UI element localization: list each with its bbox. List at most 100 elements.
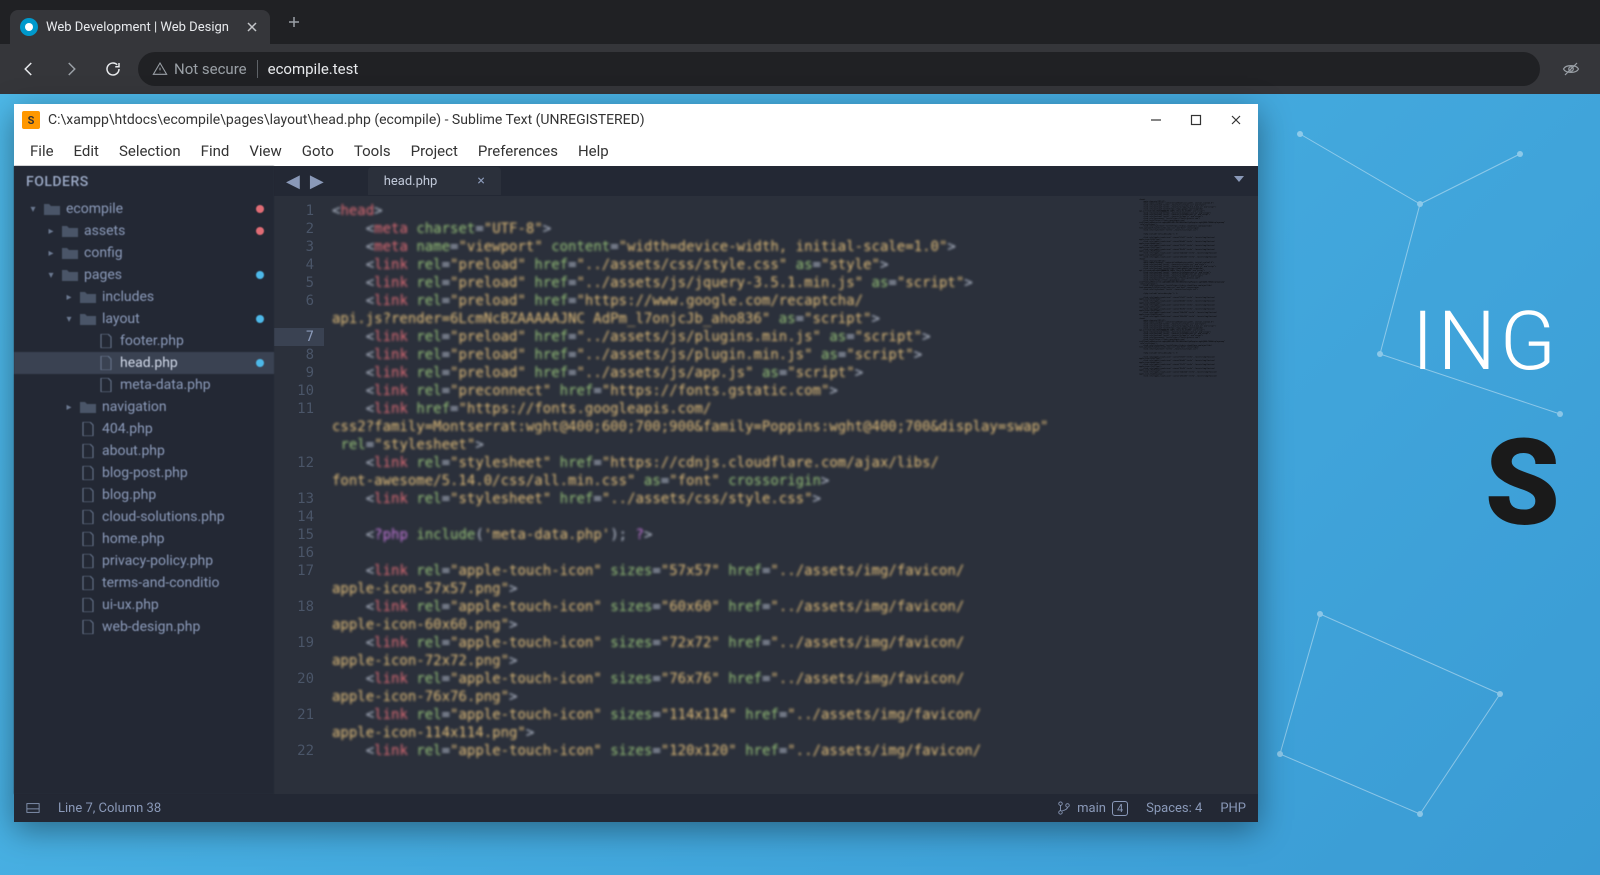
line-number[interactable]: 17	[278, 562, 314, 598]
menu-preferences[interactable]: Preferences	[470, 138, 566, 164]
window-maximize-button[interactable]	[1188, 112, 1204, 128]
status-dot-icon	[256, 205, 264, 213]
status-indent[interactable]: Spaces: 4	[1146, 801, 1202, 816]
line-number[interactable]: 3	[278, 238, 314, 256]
line-number[interactable]: 9	[278, 364, 314, 382]
back-button[interactable]	[12, 52, 46, 86]
tree-item-ecompile[interactable]: ▾ecompile	[14, 198, 274, 220]
menu-file[interactable]: File	[22, 138, 62, 164]
menu-edit[interactable]: Edit	[66, 138, 107, 164]
forward-button[interactable]	[54, 52, 88, 86]
tab-nav-back-icon[interactable]: ◀	[282, 171, 304, 192]
security-label: Not secure	[174, 60, 247, 78]
code-editor[interactable]: <head> <meta charset="UTF-8"> <meta name…	[324, 196, 1138, 794]
line-number[interactable]: 5	[278, 274, 314, 292]
line-number[interactable]: 4	[278, 256, 314, 274]
line-number[interactable]: 6	[278, 292, 314, 328]
tab-favicon-icon	[20, 18, 38, 36]
line-gutter[interactable]: 12345678910111213141516171819202122	[274, 196, 324, 794]
line-number[interactable]: 21	[278, 706, 314, 742]
editor-area: ◀ ▶ head.php × 1234567891011121314151617…	[274, 166, 1258, 794]
menu-find[interactable]: Find	[193, 138, 238, 164]
file-icon	[80, 620, 96, 634]
git-branch-icon	[1057, 801, 1071, 815]
window-close-button[interactable]	[1228, 112, 1244, 128]
line-number[interactable]: 11	[278, 400, 314, 454]
menu-view[interactable]: View	[241, 138, 289, 164]
menu-selection[interactable]: Selection	[111, 138, 189, 164]
disclosure-arrow-icon: ▸	[64, 402, 74, 413]
status-cursor-position[interactable]: Line 7, Column 38	[58, 801, 161, 816]
browser-tab[interactable]: Web Development | Web Design	[10, 10, 270, 44]
file-icon	[98, 334, 114, 348]
tab-options-icon[interactable]	[1232, 172, 1246, 190]
tree-item-label: footer.php	[120, 333, 184, 349]
tree-item-includes[interactable]: ▸includes	[14, 286, 274, 308]
status-language[interactable]: PHP	[1220, 801, 1246, 816]
menu-help[interactable]: Help	[570, 138, 617, 164]
new-tab-button[interactable]	[280, 8, 308, 36]
incognito-eye-icon[interactable]	[1554, 52, 1588, 86]
line-number[interactable]: 20	[278, 670, 314, 706]
browser-toolbar: Not secure ecompile.test	[0, 44, 1600, 94]
tree-item-config[interactable]: ▸config	[14, 242, 274, 264]
tree-item-footer-php[interactable]: footer.php	[14, 330, 274, 352]
tree-item-label: 404.php	[102, 421, 153, 437]
status-dot-icon	[256, 315, 264, 323]
tree-item-layout[interactable]: ▾layout	[14, 308, 274, 330]
file-icon	[80, 554, 96, 568]
tree-item-404-php[interactable]: 404.php	[14, 418, 274, 440]
tree-item-ui-ux-php[interactable]: ui-ux.php	[14, 594, 274, 616]
line-number[interactable]: 7	[274, 328, 324, 346]
file-icon	[80, 466, 96, 480]
tree-item-head-php[interactable]: head.php	[14, 352, 274, 374]
tree-item-about-php[interactable]: about.php	[14, 440, 274, 462]
line-number[interactable]: 19	[278, 634, 314, 670]
tree-item-meta-data-php[interactable]: meta-data.php	[14, 374, 274, 396]
menu-project[interactable]: Project	[403, 138, 466, 164]
line-number[interactable]: 2	[278, 220, 314, 238]
tree-item-home-php[interactable]: home.php	[14, 528, 274, 550]
line-number[interactable]: 1	[278, 202, 314, 220]
minimap[interactable]: <head> <meta charset="UTF-8"> <meta name…	[1138, 196, 1258, 794]
tree-item-web-design-php[interactable]: web-design.php	[14, 616, 274, 638]
tree-item-pages[interactable]: ▾pages	[14, 264, 274, 286]
folder-icon	[62, 268, 78, 282]
line-number[interactable]: 12	[278, 454, 314, 490]
tree-item-cloud-solutions-php[interactable]: cloud-solutions.php	[14, 506, 274, 528]
address-bar[interactable]: Not secure ecompile.test	[138, 52, 1540, 86]
window-minimize-button[interactable]	[1148, 112, 1164, 128]
line-number[interactable]: 16	[278, 544, 314, 562]
security-indicator[interactable]: Not secure	[152, 60, 258, 78]
tree-item-blog-php[interactable]: blog.php	[14, 484, 274, 506]
line-number[interactable]: 18	[278, 598, 314, 634]
line-number[interactable]: 14	[278, 508, 314, 526]
tree-item-label: meta-data.php	[120, 377, 211, 393]
file-tab-close-icon[interactable]: ×	[477, 173, 484, 189]
menu-goto[interactable]: Goto	[294, 138, 342, 164]
tree-item-assets[interactable]: ▸assets	[14, 220, 274, 242]
line-number[interactable]: 15	[278, 526, 314, 544]
tab-title: Web Development | Web Design	[46, 20, 236, 35]
file-tab-head-php[interactable]: head.php ×	[368, 167, 501, 195]
line-number[interactable]: 8	[278, 346, 314, 364]
sidebar-folders-header: FOLDERS	[14, 166, 274, 198]
menu-tools[interactable]: Tools	[346, 138, 399, 164]
tree-item-navigation[interactable]: ▸navigation	[14, 396, 274, 418]
line-number[interactable]: 22	[278, 742, 314, 760]
tab-close-icon[interactable]	[244, 19, 260, 35]
window-titlebar[interactable]: S C:\xampp\htdocs\ecompile\pages\layout\…	[14, 104, 1258, 136]
disclosure-arrow-icon: ▸	[46, 248, 56, 259]
line-number[interactable]: 10	[278, 382, 314, 400]
tree-item-label: cloud-solutions.php	[102, 509, 225, 525]
line-number[interactable]: 13	[278, 490, 314, 508]
tab-nav-forward-icon[interactable]: ▶	[306, 171, 328, 192]
file-icon	[80, 598, 96, 612]
status-git-branch[interactable]: main 4	[1057, 801, 1128, 816]
tree-item-privacy-policy-php[interactable]: privacy-policy.php	[14, 550, 274, 572]
tree-item-terms-and-conditio[interactable]: terms-and-conditio	[14, 572, 274, 594]
tree-item-label: ui-ux.php	[102, 597, 159, 613]
status-panel-icon[interactable]	[26, 801, 40, 815]
tree-item-blog-post-php[interactable]: blog-post.php	[14, 462, 274, 484]
reload-button[interactable]	[96, 52, 130, 86]
